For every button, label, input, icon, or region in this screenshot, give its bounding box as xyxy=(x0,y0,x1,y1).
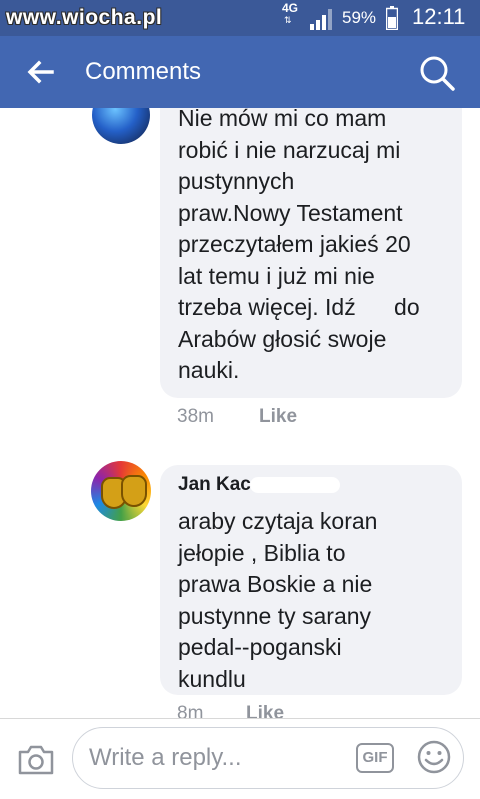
battery-icon xyxy=(386,6,398,30)
comment-line: Nie mów mi co mam xyxy=(178,108,387,131)
app-bar: Comments xyxy=(0,36,480,108)
comment-line: Arabów głosić swoje xyxy=(178,325,387,352)
comment-line: araby czytaja koran xyxy=(178,508,378,534)
reply-placeholder: Write a reply... xyxy=(89,744,242,771)
comment-timestamp: 8m xyxy=(177,703,204,718)
comment-line: prawa Boskie a nie xyxy=(178,571,373,597)
clock: 12:11 xyxy=(412,4,466,29)
comment-line: pedal--poganski xyxy=(178,634,342,660)
comment-bubble[interactable]: Nie mów mi co mam robić i nie narzucaj m… xyxy=(160,108,462,398)
network-type: 4G xyxy=(282,1,299,15)
comment-author[interactable]: Jan Kac xyxy=(178,474,251,496)
camera-icon[interactable] xyxy=(17,744,55,776)
search-icon[interactable] xyxy=(418,54,456,92)
mask-icon xyxy=(121,475,147,507)
comment-list[interactable]: Nie mów mi co mam robić i nie narzucaj m… xyxy=(0,108,480,718)
comment-line: trzeba więcej. Idź do xyxy=(178,294,420,320)
comment-line: robić i nie narzucaj mi xyxy=(178,136,401,163)
watermark: www.wiocha.pl xyxy=(6,6,163,29)
comment-timestamp: 38m xyxy=(177,406,214,427)
comment-bubble[interactable]: Jan Kac araby czytaja koran jełopie , Bi… xyxy=(160,465,462,695)
comment-text: araby czytaja koran jełopie , Biblia to … xyxy=(178,506,458,695)
status-bar: www.wiocha.pl 4G ⇅ 59% 12:11 xyxy=(0,0,480,36)
reply-input[interactable]: Write a reply... GIF xyxy=(72,727,464,789)
comment-line: praw.Nowy Testament xyxy=(178,199,403,226)
comment-line: lat temu i już mi nie xyxy=(178,262,375,289)
like-button[interactable]: Like xyxy=(259,406,297,428)
gif-icon[interactable]: GIF xyxy=(356,743,394,773)
avatar[interactable] xyxy=(92,108,150,144)
network-activity-icon: ⇅ xyxy=(284,15,292,25)
comment-text: Nie mów mi co mam robić i nie narzucaj m… xyxy=(178,108,458,387)
emoji-icon[interactable] xyxy=(416,739,452,775)
page-title: Comments xyxy=(85,58,202,85)
battery-percent: 59% xyxy=(342,8,377,27)
comment-line: nauki. xyxy=(178,357,240,383)
avatar[interactable] xyxy=(91,461,151,521)
comment-line: jełopie , Biblia to xyxy=(178,539,346,566)
like-button[interactable]: Like xyxy=(246,703,284,718)
comment-line: kundlu xyxy=(178,665,246,692)
comment-line: przeczytałem jakieś 20 xyxy=(178,231,411,257)
signal-icon xyxy=(310,9,332,30)
back-arrow-icon[interactable] xyxy=(26,58,54,86)
redaction xyxy=(250,477,340,493)
comment-line: pustynne ty sarany xyxy=(178,602,372,629)
comment-line: pustynnych xyxy=(178,168,295,194)
reply-bar: Write a reply... GIF xyxy=(0,719,480,799)
